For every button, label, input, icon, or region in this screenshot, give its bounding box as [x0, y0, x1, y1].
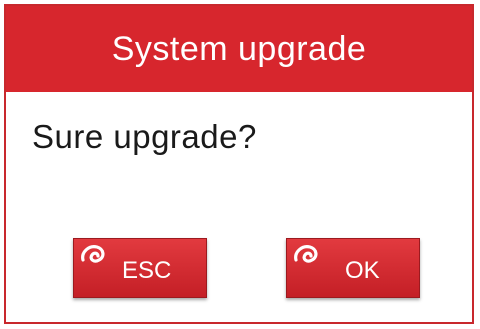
esc-button[interactable]: ESC: [73, 238, 207, 298]
upgrade-dialog: System upgrade Sure upgrade? ESC OK: [4, 4, 474, 324]
dialog-message: Sure upgrade?: [32, 118, 257, 155]
dialog-title: System upgrade: [111, 29, 367, 68]
ok-button-label: OK: [345, 257, 380, 284]
swirl-icon: [294, 245, 318, 263]
esc-button-label: ESC: [122, 257, 172, 284]
dialog-title-bar: System upgrade: [6, 6, 472, 92]
swirl-icon: [81, 245, 105, 263]
ok-button[interactable]: OK: [286, 238, 420, 298]
